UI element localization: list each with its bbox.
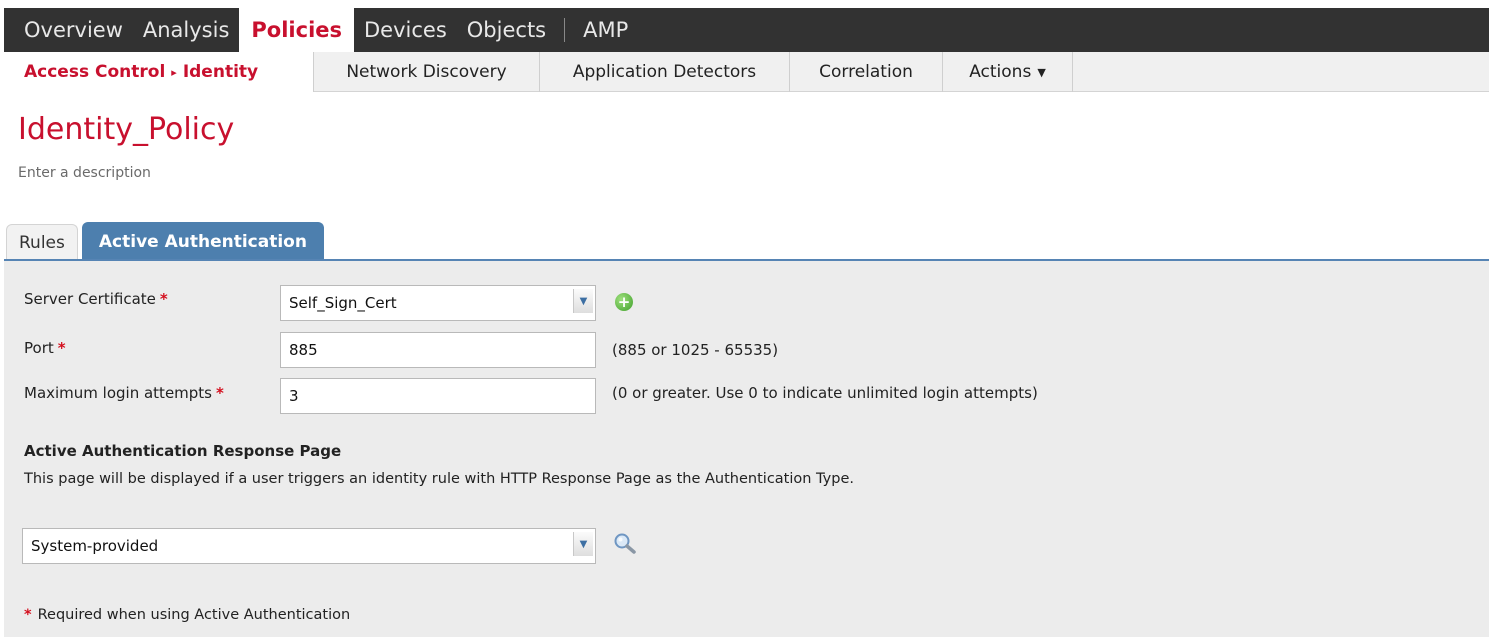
required-footnote-text: Required when using Active Authenticatio… (37, 607, 351, 623)
breadcrumb-parent[interactable]: Access Control (24, 62, 165, 82)
breadcrumb[interactable]: Access Control ▸ Identity (4, 52, 314, 92)
port-label-text: Port (24, 339, 54, 357)
port-input[interactable]: 885 (280, 332, 596, 368)
max-login-attempts-label-text: Maximum login attempts (24, 384, 212, 402)
nav-analysis[interactable]: Analysis (133, 8, 240, 52)
tab-rules[interactable]: Rules (6, 224, 78, 260)
nav-policies[interactable]: Policies (239, 8, 355, 52)
breadcrumb-arrow-icon: ▸ (171, 65, 177, 79)
max-login-attempts-label: Maximum login attempts * (24, 384, 224, 402)
breadcrumb-current: Identity (182, 62, 259, 82)
nav-overview[interactable]: Overview (4, 8, 133, 52)
port-value: 885 (289, 341, 318, 359)
response-page-select[interactable]: System-provided ▼ (22, 528, 596, 564)
port-hint: (885 or 1025 - 65535) (612, 341, 779, 359)
server-certificate-select[interactable]: Self_Sign_Cert ▼ (280, 285, 596, 321)
server-certificate-value: Self_Sign_Cert (289, 294, 397, 312)
server-certificate-label: Server Certificate * (24, 290, 168, 308)
plus-circle-icon[interactable]: + (615, 293, 633, 311)
nav-divider (564, 18, 566, 42)
required-marker: * (24, 607, 32, 623)
response-page-heading: Active Authentication Response Page (24, 442, 342, 460)
subnav-application-detectors[interactable]: Application Detectors (540, 52, 790, 92)
max-login-attempts-input[interactable]: 3 (280, 378, 596, 414)
response-page-description: This page will be displayed if a user tr… (24, 471, 854, 487)
required-marker: * (216, 384, 224, 402)
subnav-correlation[interactable]: Correlation (790, 52, 943, 92)
chevron-down-icon[interactable]: ▼ (573, 289, 593, 313)
page-title: Identity_Policy (18, 112, 235, 147)
nav-objects[interactable]: Objects (457, 8, 556, 52)
sub-nav: Access Control ▸ Identity Network Discov… (4, 52, 1489, 92)
subnav-actions-label: Actions (969, 62, 1032, 82)
response-page-value: System-provided (31, 537, 159, 555)
tab-bar: Rules Active Authentication (6, 222, 324, 260)
nav-amp[interactable]: AMP (573, 8, 638, 52)
nav-devices[interactable]: Devices (354, 8, 457, 52)
max-login-attempts-hint: (0 or greater. Use 0 to indicate unlimit… (612, 384, 1038, 402)
subnav-actions[interactable]: Actions ▼ (943, 52, 1073, 92)
required-footnote: * Required when using Active Authenticati… (24, 607, 350, 623)
required-marker: * (57, 339, 66, 357)
top-nav: Overview Analysis Policies Devices Objec… (4, 8, 1489, 52)
server-certificate-label-text: Server Certificate (24, 290, 156, 308)
chevron-down-icon[interactable]: ▼ (573, 532, 593, 556)
subnav-network-discovery[interactable]: Network Discovery (314, 52, 540, 92)
policy-description[interactable]: Enter a description (18, 165, 151, 181)
required-marker: * (159, 290, 168, 308)
chevron-down-icon: ▼ (1037, 65, 1046, 79)
tab-active-authentication[interactable]: Active Authentication (81, 222, 324, 260)
magnifier-icon[interactable] (612, 532, 638, 556)
port-label: Port * (24, 339, 66, 357)
max-login-attempts-value: 3 (289, 387, 299, 405)
